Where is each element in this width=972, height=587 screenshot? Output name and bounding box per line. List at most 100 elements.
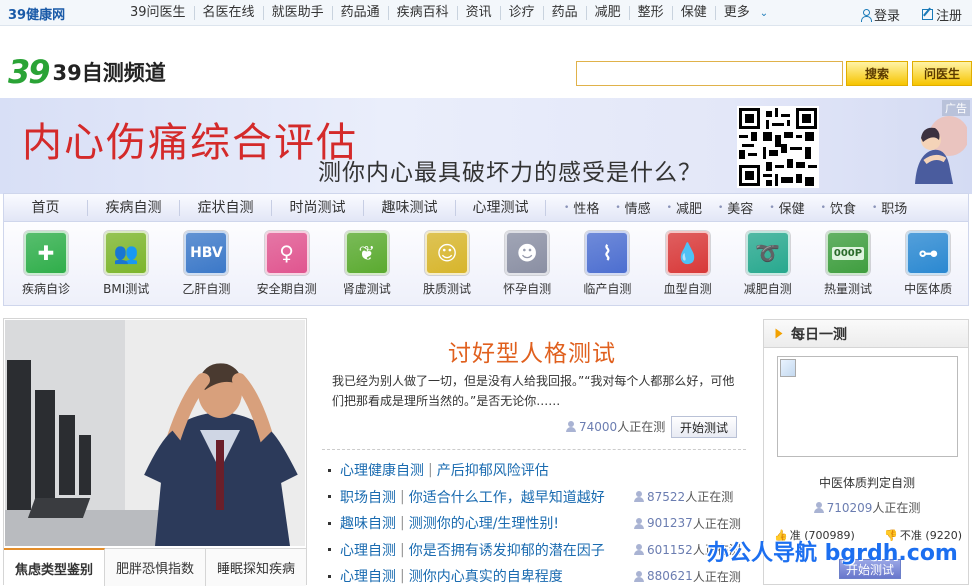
tool-label: 安全期自测 xyxy=(256,282,317,296)
top-nav-item[interactable]: 整形 xyxy=(628,6,672,20)
top-nav-item[interactable]: 药品 xyxy=(542,6,586,20)
nav-fun-test[interactable]: 趣味测试 xyxy=(364,199,456,216)
tool-stethoscope[interactable]: ⊶ 中医体质 xyxy=(888,231,968,297)
tool-scale[interactable]: 000P 热量测试 xyxy=(808,231,888,297)
nav-minor-label: 饮食 xyxy=(829,202,856,217)
scale-icon: 000P xyxy=(826,231,870,275)
tab-anxiety-type[interactable]: 焦虑类型鉴别 xyxy=(4,548,105,586)
top-nav-item[interactable]: 诊疗 xyxy=(499,6,543,20)
site-logo[interactable]: 39健康网 xyxy=(8,3,65,23)
top-nav-item[interactable]: 名医在线 xyxy=(193,6,263,20)
top-nav-item[interactable]: 更多 xyxy=(714,6,758,20)
nav-minor-group: • 性格 • 情感 • 减肥 • 美容 • 保健 • 饮食 • 职场 xyxy=(556,198,915,217)
list-item: 职场自测 | 你适合什么工作，越早知道越好 87522 人正在测 xyxy=(328,486,748,508)
list-item-category[interactable]: 心理自测 xyxy=(340,540,396,560)
tool-label: 乙肝自测 xyxy=(182,282,231,296)
banner-subtitle: 测你内心最具破坏力的感受是什么？ xyxy=(318,160,702,186)
channel-logo-text: 39自测频道 xyxy=(52,61,166,85)
female-icon: ♀ xyxy=(264,231,309,275)
cross-icon: ✚ xyxy=(24,231,68,275)
list-item-title[interactable]: 产后抑郁风险评估 xyxy=(437,460,549,480)
qr-code-icon xyxy=(737,106,819,188)
tool-pregnant[interactable]: ⌇ 临产自测 xyxy=(567,231,647,297)
kidney-icon: ❦ xyxy=(344,231,389,275)
top-nav-item[interactable]: 资讯 xyxy=(456,6,500,20)
watermark-text: 办公人导航 bgrdh.com xyxy=(707,541,958,566)
daily-test-header: 每日一测 xyxy=(764,320,968,348)
nav-minor-item[interactable]: • 饮食 xyxy=(813,198,864,217)
nav-minor-item[interactable]: • 美容 xyxy=(710,198,761,217)
banner-title: 内心伤痛综合评估 xyxy=(22,120,358,166)
tool-label: 热量测试 xyxy=(823,282,872,296)
tool-blood[interactable]: 💧 血型自测 xyxy=(648,231,728,297)
nav-minor-label: 美容 xyxy=(727,202,754,217)
nav-home[interactable]: 首页 xyxy=(4,199,88,216)
nav-minor-item[interactable]: • 保健 xyxy=(761,198,812,217)
list-item-title[interactable]: 测测你的心理/生理性别! xyxy=(409,513,559,533)
tool-baby[interactable]: ☻ 怀孕自测 xyxy=(487,231,567,297)
search-input[interactable] xyxy=(576,61,843,86)
top-nav-item[interactable]: 疾病百科 xyxy=(387,6,457,20)
tab-obesity-fear[interactable]: 肥胖恐惧指数 xyxy=(105,548,206,586)
ask-doctor-button[interactable]: 问医生 xyxy=(912,61,972,86)
ad-banner[interactable]: 内心伤痛综合评估 测你内心最具破坏力的感受是什么？ 广告 xyxy=(0,98,972,194)
feature-title[interactable]: 讨好型人格测试 xyxy=(322,334,742,368)
top-nav-item[interactable]: 减肥 xyxy=(585,6,629,20)
top-nav-item[interactable]: 药品通 xyxy=(331,6,388,20)
people-icon xyxy=(566,421,576,432)
stressed-man-photo[interactable] xyxy=(5,320,305,546)
top-nav-item[interactable]: 就医助手 xyxy=(262,6,332,20)
list-item-category[interactable]: 心理自测 xyxy=(340,566,396,586)
daily-test-image[interactable] xyxy=(777,356,958,457)
daily-test-name[interactable]: 中医体质判定自测 xyxy=(764,474,970,491)
list-item-title[interactable]: 你是否拥有诱发抑郁的潜在因子 xyxy=(409,540,605,560)
nav-minor-item[interactable]: • 减肥 xyxy=(659,198,710,217)
channel-logo-mark: 39 xyxy=(8,53,51,91)
divider: | xyxy=(428,462,433,478)
search-button[interactable]: 搜索 xyxy=(846,61,908,86)
tool-kidney[interactable]: ❦ 肾虚测试 xyxy=(327,231,407,297)
tool-cross[interactable]: ✚ 疾病自诊 xyxy=(6,231,86,297)
people-icon xyxy=(813,502,824,513)
list-item-category[interactable]: 趣味自测 xyxy=(340,513,396,533)
top-nav-item[interactable]: 保健 xyxy=(671,6,715,20)
top-nav-item[interactable]: 39问医生 xyxy=(122,6,194,20)
chevron-down-icon[interactable]: ⌄ xyxy=(760,8,768,19)
nav-minor-item[interactable]: • 情感 xyxy=(607,198,658,217)
people-icon xyxy=(634,517,644,529)
nav-symptom-test[interactable]: 症状自测 xyxy=(180,199,272,216)
tool-icon-row: ✚ 疾病自诊 👥 BMI测试 HBV 乙肝自测 ♀ 安全期自测 ❦ 肾虚测试 ☺ 肤质测试 ☻ 怀孕自测 ⌇… xyxy=(3,222,969,306)
channel-logo[interactable]: 39 39自测频道 xyxy=(8,53,166,91)
login-link[interactable]: 登录 xyxy=(860,5,900,24)
top-nav: 39问医生 名医在线 就医助手 药品通 疾病百科 资讯 诊疗 药品 减肥 整形 保健 更多 ⌄ xyxy=(122,0,768,26)
list-item-category[interactable]: 心理健康自测 xyxy=(340,460,424,480)
tool-tape[interactable]: ➰ 减肥自测 xyxy=(728,231,808,297)
tool-hbv[interactable]: HBV 乙肝自测 xyxy=(166,231,246,297)
people-icon: 👥 xyxy=(104,231,149,275)
nav-fashion-test[interactable]: 时尚测试 xyxy=(272,199,364,216)
register-link[interactable]: 注册 xyxy=(922,5,962,24)
nav-psych-test[interactable]: 心理测试 xyxy=(456,199,546,216)
top-bar: 39健康网 39问医生 名医在线 就医助手 药品通 疾病百科 资讯 诊疗 药品 减肥 整形 保健 更多… xyxy=(0,0,972,26)
baby-icon: ☻ xyxy=(505,231,550,275)
tab-sleep-disease[interactable]: 睡眠探知疾病 xyxy=(206,548,306,586)
bullet-icon: • xyxy=(666,202,672,213)
divider: | xyxy=(400,488,405,505)
stethoscope-icon: ⊶ xyxy=(906,231,951,275)
nav-minor-item[interactable]: • 性格 xyxy=(556,198,607,217)
nav-minor-label: 职场 xyxy=(881,202,908,217)
tool-face[interactable]: ☺ 肤质测试 xyxy=(407,231,487,297)
nav-disease-test[interactable]: 疾病自测 xyxy=(88,199,180,216)
tool-female[interactable]: ♀ 安全期自测 xyxy=(247,231,327,297)
feature-start-button[interactable]: 开始测试 xyxy=(671,416,737,438)
list-item-title[interactable]: 测你内心真实的自卑程度 xyxy=(409,566,563,586)
blood-icon: 💧 xyxy=(665,231,710,275)
list-item: 心理自测 | 你是否拥有诱发抑郁的潜在因子 601152 人正在测 xyxy=(328,539,748,561)
list-item-title[interactable]: 你适合什么工作，越早知道越好 xyxy=(409,487,605,507)
nav-minor-item[interactable]: • 职场 xyxy=(864,198,915,217)
list-item-count: 901237 人正在测 xyxy=(634,515,741,532)
scale-icon-text: 000P xyxy=(831,246,865,260)
list-item-category[interactable]: 职场自测 xyxy=(340,487,396,507)
tool-people[interactable]: 👥 BMI测试 xyxy=(86,231,166,297)
bullet-icon xyxy=(328,495,331,498)
